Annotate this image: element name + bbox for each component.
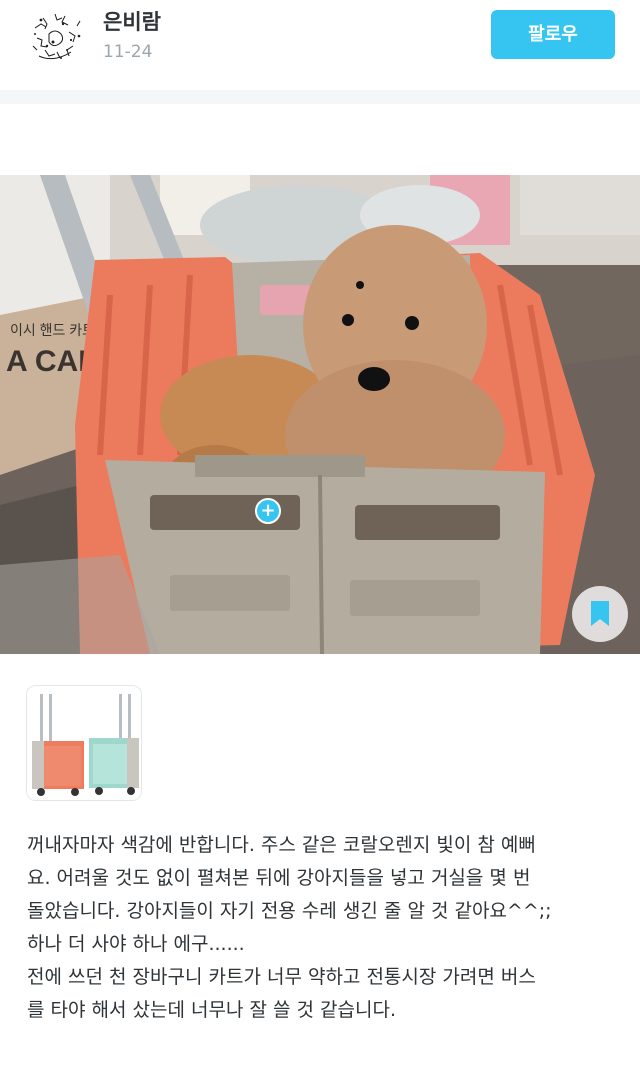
folding-cart-product-icon bbox=[27, 686, 141, 800]
post-line: 돌았습니다. 강아지들이 자기 전용 수레 생긴 줄 알 것 같아요^^;; bbox=[27, 900, 552, 922]
post-header: 은비람 11-24 팔로우 bbox=[0, 0, 640, 90]
post-line: 요. 어려울 것도 없이 펼쳐본 뒤에 강아지들을 넣고 거실을 몇 번 bbox=[27, 867, 531, 889]
sketch-avatar-icon bbox=[32, 13, 81, 60]
post-line: 꺼내자마자 색감에 반합니다. 주스 같은 코랄오렌지 빛이 참 예뻐 bbox=[27, 834, 536, 856]
tagged-product-thumbnail[interactable] bbox=[26, 685, 142, 801]
dogs-in-cart-photo-icon: 이시 핸드 카트 A CART bbox=[0, 175, 640, 654]
product-tag-plus-icon[interactable]: + bbox=[255, 498, 281, 524]
post-line: 전에 쓰던 천 장바구니 카트가 너무 약하고 전통시장 가려면 버스 bbox=[27, 966, 536, 988]
svg-text:이시 핸드 카트: 이시 핸드 카트 bbox=[10, 322, 95, 338]
post-body: 꺼내자마자 색감에 반합니다. 주스 같은 코랄오렌지 빛이 참 예뻐 요. 어… bbox=[27, 829, 627, 1027]
post-line: 하나 더 사야 하나 에구...... bbox=[27, 933, 245, 955]
author-name[interactable]: 은비람 bbox=[103, 6, 161, 36]
post-line: 를 타야 해서 샀는데 너무나 잘 쓸 것 같습니다. bbox=[27, 999, 396, 1021]
section-divider bbox=[0, 90, 640, 104]
bookmark-icon bbox=[591, 601, 609, 626]
post-photo[interactable]: 이시 핸드 카트 A CART bbox=[0, 175, 640, 654]
post-date: 11-24 bbox=[103, 42, 153, 62]
bookmark-button[interactable] bbox=[572, 586, 628, 642]
follow-button[interactable]: 팔로우 bbox=[491, 10, 615, 59]
author-avatar[interactable] bbox=[25, 6, 89, 70]
